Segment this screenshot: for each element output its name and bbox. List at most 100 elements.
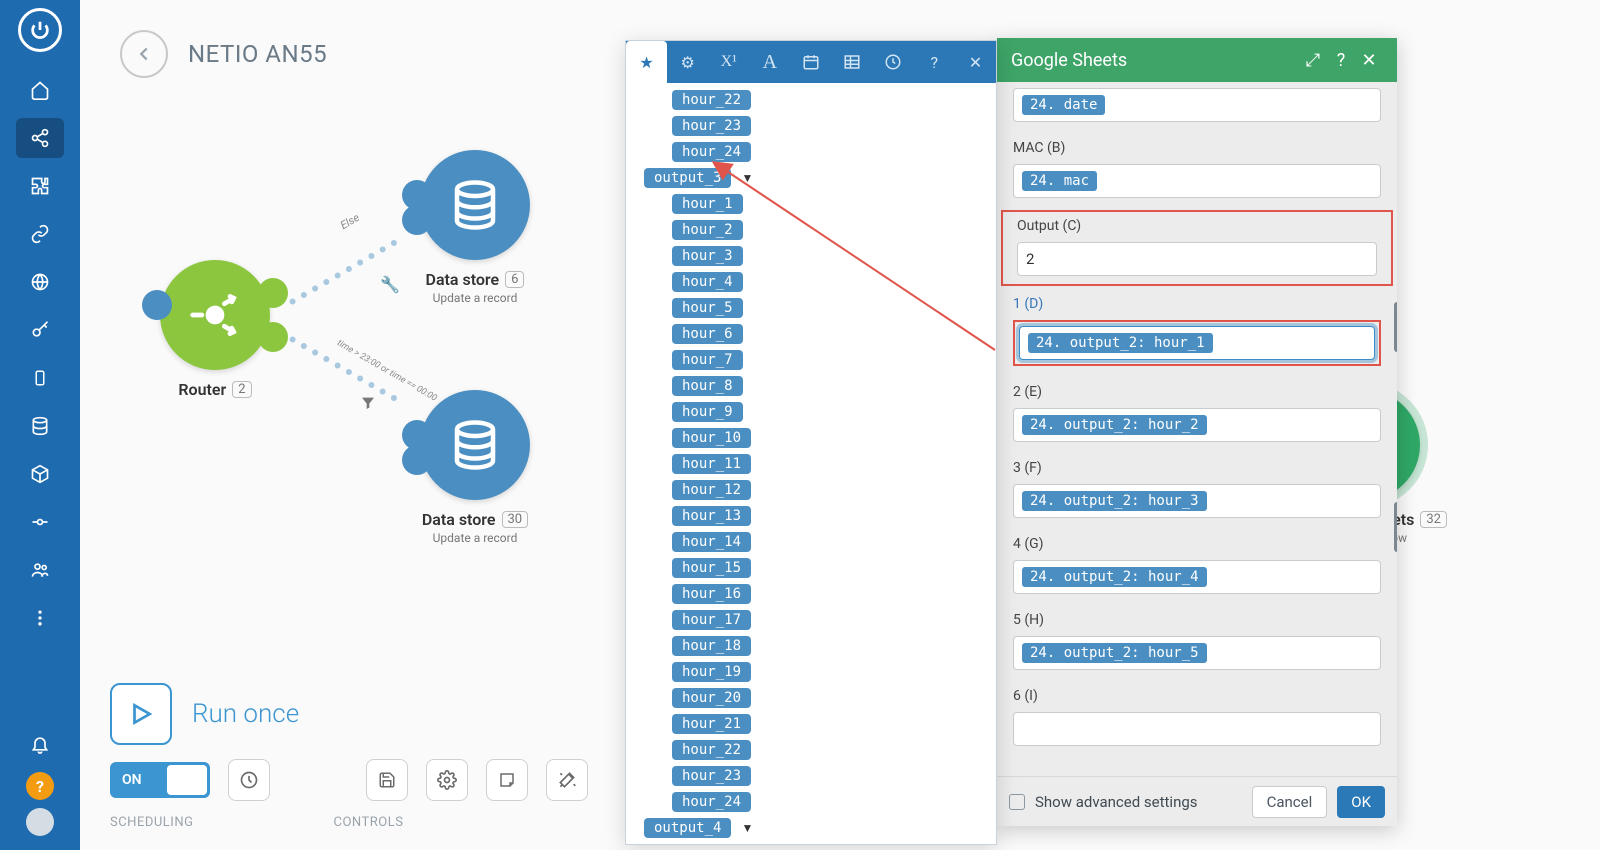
mapping-pill[interactable]: hour_24 [672,142,751,162]
chevron-down-icon[interactable]: ▼ [741,171,753,185]
field-label: MAC (B) [1013,140,1381,156]
mapping-chip: 24. output_2: hour_1 [1028,333,1213,353]
nav-cube[interactable] [16,454,64,494]
field-label: 6 (I) [1013,688,1381,704]
nav-commit[interactable] [16,502,64,542]
scenario-canvas[interactable]: NETIO AN55 Router2 Else time > 23:00 or … [80,0,1600,850]
node-datastore-2[interactable]: Data store30 Update a record [420,390,530,545]
filter-icon[interactable] [360,395,376,411]
magic-button[interactable] [546,759,588,801]
output-port-icon [258,322,288,352]
run-once-button[interactable] [110,683,172,745]
config-body[interactable]: 24. dateMAC (B)24. macOutput (C)21 (D)24… [997,82,1397,776]
mapping-pill[interactable]: hour_22 [672,740,751,760]
mapping-pill[interactable]: hour_3 [672,246,743,266]
nav-share[interactable] [16,118,64,158]
mapping-group[interactable]: output_3 [644,168,731,188]
tab-clock-icon[interactable] [873,41,914,83]
mapping-pill[interactable]: hour_19 [672,662,751,682]
nav-device[interactable] [16,358,64,398]
back-button[interactable] [120,30,168,78]
mapping-pill[interactable]: hour_7 [672,350,743,370]
mapping-pill[interactable]: hour_12 [672,480,751,500]
field-label: 4 (G) [1013,536,1381,552]
section-label: CONTROLS [333,815,403,830]
tab-gear-icon[interactable]: ⚙ [667,41,708,83]
ok-button[interactable]: OK [1337,786,1385,818]
scroll-handle[interactable] [1394,302,1397,352]
mapping-pill[interactable]: hour_5 [672,298,743,318]
field-label: 3 (F) [1013,460,1381,476]
mapping-chip: 24. mac [1022,171,1097,191]
node-router[interactable]: Router2 [160,260,270,399]
nav-home[interactable] [16,70,64,110]
mapping-pill[interactable]: hour_21 [672,714,751,734]
mapping-pill[interactable]: hour_8 [672,376,743,396]
mapping-group[interactable]: output_4 [644,818,731,838]
mapping-pill[interactable]: hour_1 [672,194,743,214]
nav-globe[interactable] [16,262,64,302]
wrench-icon[interactable]: 🔧 [380,275,400,294]
tab-table-icon[interactable] [832,41,873,83]
nav-key[interactable] [16,310,64,350]
node-datastore-1[interactable]: Data store6 Update a record [420,150,530,305]
tab-calendar-icon[interactable] [790,41,831,83]
nav-notifications[interactable] [16,724,64,764]
schedule-settings-button[interactable] [228,759,270,801]
mapping-pill[interactable]: hour_22 [672,90,751,110]
tab-help-icon[interactable]: ? [914,41,955,83]
chevron-down-icon[interactable]: ▼ [741,821,753,835]
mapping-pill[interactable]: hour_11 [672,454,751,474]
cancel-button[interactable]: Cancel [1252,786,1328,818]
settings-button[interactable] [426,759,468,801]
help-icon[interactable]: ? [1327,50,1355,71]
field-input[interactable]: 24. date [1013,88,1381,122]
scroll-handle[interactable] [1394,502,1397,552]
mapping-pill[interactable]: hour_4 [672,272,743,292]
mapping-pill[interactable]: hour_16 [672,584,751,604]
tab-math-icon[interactable]: X¹ [708,41,749,83]
mapping-pill[interactable]: hour_2 [672,220,743,240]
nav-more[interactable] [16,598,64,638]
mapping-list[interactable]: hour_22hour_23hour_24output_3▼hour_1hour… [626,83,996,844]
mapping-pill[interactable]: hour_20 [672,688,751,708]
mapping-pill[interactable]: hour_24 [672,792,751,812]
mapping-pill[interactable]: hour_17 [672,610,751,630]
advanced-settings-checkbox[interactable] [1009,794,1025,810]
mapping-pill[interactable]: hour_18 [672,636,751,656]
field-input[interactable] [1013,712,1381,746]
mapping-pill[interactable]: hour_23 [672,766,751,786]
field-input[interactable]: 24. output_2: hour_4 [1013,560,1381,594]
mapping-pill[interactable]: hour_15 [672,558,751,578]
field-input[interactable]: 24. mac [1013,164,1381,198]
edge-path [289,230,413,305]
mapping-pill[interactable]: hour_13 [672,506,751,526]
scheduling-toggle[interactable]: ON [110,762,210,798]
field-input[interactable]: 24. output_2: hour_5 [1013,636,1381,670]
mapping-pill[interactable]: hour_10 [672,428,751,448]
tab-star-icon[interactable]: ★ [626,41,667,83]
mapping-pill[interactable]: hour_9 [672,402,743,422]
nav-help-icon[interactable]: ? [26,772,54,800]
nav-database[interactable] [16,406,64,446]
mapping-pill[interactable]: hour_14 [672,532,751,552]
field-input[interactable]: 2 [1017,242,1377,276]
bottom-toolbar: Run once ON SCHEDULING CONTROLS [110,683,588,830]
tab-text-icon[interactable]: A [749,41,790,83]
field-input[interactable]: 24. output_2: hour_3 [1013,484,1381,518]
save-button[interactable] [366,759,408,801]
notes-button[interactable] [486,759,528,801]
expand-icon[interactable]: ⤢ [1299,50,1327,71]
field-input[interactable]: 24. output_2: hour_1 [1019,326,1375,360]
input-port-icon [402,205,432,235]
mapping-pill[interactable]: hour_23 [672,116,751,136]
tab-close-icon[interactable]: ✕ [955,41,996,83]
nav-users[interactable] [16,550,64,590]
nav-link[interactable] [16,214,64,254]
advanced-settings-label: Show advanced settings [1035,793,1242,811]
close-icon[interactable]: ✕ [1355,50,1383,71]
field-input[interactable]: 24. output_2: hour_2 [1013,408,1381,442]
nav-puzzle[interactable] [16,166,64,206]
mapping-pill[interactable]: hour_6 [672,324,743,344]
user-avatar[interactable] [26,808,54,836]
